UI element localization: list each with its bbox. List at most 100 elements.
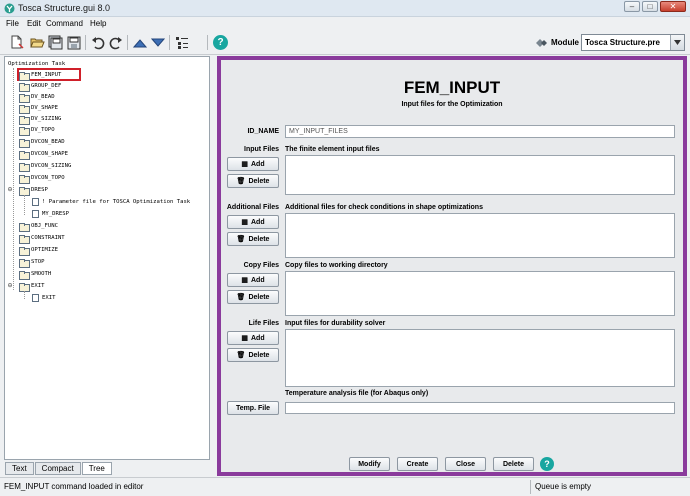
module-select-value: Tosca Structure.pre (585, 38, 660, 47)
collapse-icon[interactable]: ⊖ (7, 282, 13, 290)
toolbar-separator (127, 35, 128, 50)
life-files-delete-button[interactable]: 🗑 Delete (227, 348, 279, 362)
menu-edit[interactable]: Edit (27, 19, 41, 28)
view-tabs: Text Compact Tree (5, 462, 113, 475)
tree-node-dv-sizing[interactable]: DV_SIZING (19, 114, 61, 125)
folder-icon (19, 71, 30, 81)
tab-text[interactable]: Text (5, 462, 34, 475)
input-files-add-button[interactable]: ▦ Add (227, 157, 279, 171)
editor-subtitle: Input files for the Optimization (401, 101, 503, 108)
additional-files-delete-button[interactable]: 🗑 Delete (227, 232, 279, 246)
collapse-icon[interactable]: ⊖ (7, 186, 13, 194)
folder-icon (19, 162, 30, 172)
tree-node-stop[interactable]: STOP (19, 257, 44, 268)
module-icon (536, 39, 547, 47)
maximize-button[interactable]: □ (642, 1, 658, 12)
tree-node-dvcon-sizing[interactable]: DVCON_SIZING (19, 161, 71, 172)
add-icon: ▦ (241, 219, 248, 226)
tree-node-comment[interactable]: ! Parameter file for TOSCA Optimization … (32, 197, 190, 207)
trash-icon: 🗑 (236, 352, 246, 359)
close-window-button[interactable]: ✕ (660, 1, 686, 12)
folder-icon (19, 138, 30, 148)
tree-node-exit-folder[interactable]: EXIT (19, 281, 44, 292)
tree-node-dvcon-bead[interactable]: DVCON_BEAD (19, 137, 65, 148)
menu-help[interactable]: Help (90, 19, 106, 28)
tree-node-smooth[interactable]: SMOOTH (19, 269, 51, 280)
open-folder-icon[interactable] (29, 34, 46, 51)
tree-node-exit[interactable]: EXIT (32, 293, 55, 303)
folder-icon (19, 150, 30, 160)
tree-panel: Optimization Task FEM_INPUT GROUP_DEF DV… (4, 56, 210, 460)
folder-icon (19, 82, 30, 92)
modify-button[interactable]: Modify (349, 457, 390, 471)
outline-icon[interactable] (173, 34, 190, 51)
save-icon[interactable] (65, 34, 82, 51)
input-files-delete-button[interactable]: 🗑 Delete (227, 174, 279, 188)
move-up-icon[interactable] (131, 34, 148, 51)
folder-icon (19, 186, 30, 196)
tab-tree[interactable]: Tree (81, 462, 112, 475)
toolbar-separator (207, 35, 208, 50)
module-label: Module (551, 38, 579, 47)
tree-node-obj-func[interactable]: OBJ_FUNC (19, 221, 58, 232)
folder-icon (19, 115, 30, 125)
tree-node-my-dresp[interactable]: MY_DRESP (32, 209, 69, 219)
move-down-icon[interactable] (149, 34, 166, 51)
additional-files-add-button[interactable]: ▦ Add (227, 215, 279, 229)
folder-icon (19, 246, 30, 256)
editor-title: FEM_INPUT (403, 78, 501, 97)
life-files-add-button[interactable]: ▦ Add (227, 331, 279, 345)
tree-node-dv-topo[interactable]: DV_TOPO (19, 125, 55, 136)
life-files-description: Input files for durability solver (285, 320, 386, 327)
tab-compact[interactable]: Compact (34, 462, 81, 475)
additional-files-label: Additional Files (226, 204, 279, 211)
editor-help-icon[interactable]: ? (540, 457, 554, 471)
toolbar-separator (85, 35, 86, 50)
copy-files-delete-button[interactable]: 🗑 Delete (227, 290, 279, 304)
folder-icon (19, 174, 30, 184)
temp-file-button[interactable]: Temp. File (227, 401, 279, 415)
status-separator (530, 480, 531, 494)
tree-node-dv-bead[interactable]: DV_BEAD (19, 92, 55, 103)
undo-icon[interactable] (89, 34, 106, 51)
tree-node-dvcon-topo[interactable]: DVCON_TOPO (19, 173, 65, 184)
tree-node-optimize[interactable]: OPTIMIZE (19, 245, 58, 256)
window-title: Tosca Structure.gui 8.0 (18, 3, 111, 13)
redo-icon[interactable] (107, 34, 124, 51)
id-name-field[interactable]: MY_INPUT_FILES (285, 125, 675, 138)
additional-files-list[interactable] (285, 213, 675, 258)
life-files-label: Life Files (248, 320, 279, 327)
tree-node-group-def[interactable]: GROUP_DEF (19, 81, 61, 92)
chevron-down-icon[interactable] (670, 35, 684, 50)
copy-files-add-button[interactable]: ▦ Add (227, 273, 279, 287)
help-icon[interactable]: ? (212, 34, 229, 51)
tree-node-dvcon-shape[interactable]: DVCON_SHAPE (19, 149, 68, 160)
temperature-description: Temperature analysis file (for Abaqus on… (285, 390, 429, 397)
life-files-list[interactable] (285, 329, 675, 387)
new-file-icon[interactable] (8, 34, 25, 51)
status-message: FEM_INPUT command loaded in editor (4, 482, 144, 491)
document-icon (32, 210, 39, 218)
minimize-button[interactable]: ‒ (624, 1, 640, 12)
folder-icon (19, 126, 30, 136)
toolbar-separator (169, 35, 170, 50)
trash-icon: 🗑 (236, 178, 246, 185)
menu-file[interactable]: File (6, 19, 19, 28)
save-all-icon[interactable] (47, 34, 64, 51)
module-select[interactable]: Tosca Structure.pre (581, 34, 685, 51)
toolbar: ? Module Tosca Structure.pre (0, 30, 690, 55)
close-button[interactable]: Close (445, 457, 486, 471)
input-files-list[interactable] (285, 155, 675, 195)
temperature-file-field[interactable] (285, 402, 675, 414)
copy-files-label: Copy Files (243, 262, 279, 269)
tree-node-dv-shape[interactable]: DV_SHAPE (19, 103, 58, 114)
menu-command[interactable]: Command (46, 19, 83, 28)
tree-node-dresp[interactable]: DRESP (19, 185, 48, 196)
queue-status: Queue is empty (535, 482, 592, 491)
create-button[interactable]: Create (397, 457, 438, 471)
tree-node-constraint[interactable]: CONSTRAINT (19, 233, 65, 244)
tree-connector (24, 291, 25, 299)
delete-button[interactable]: Delete (493, 457, 534, 471)
tree-node-fem-input[interactable]: FEM_INPUT (19, 70, 61, 81)
copy-files-list[interactable] (285, 271, 675, 316)
